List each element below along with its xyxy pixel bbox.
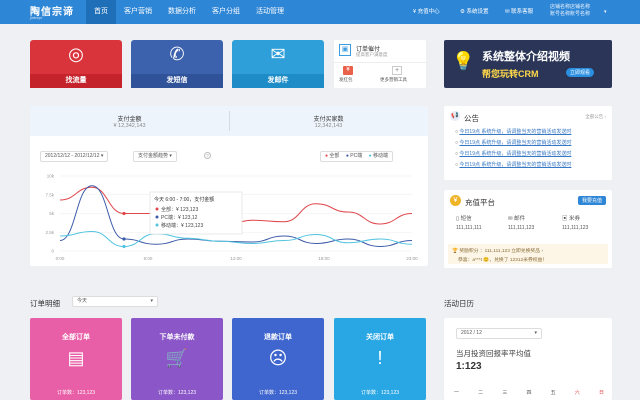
tile-send-email[interactable]: ✉ 发邮件	[232, 40, 324, 88]
sms-icon: ✆	[169, 44, 185, 64]
buyers-label: 支付买家数	[313, 117, 344, 123]
watch-now-button[interactable]: 立即观看	[566, 68, 595, 77]
recharge-link[interactable]: ¥ 充值中心	[413, 0, 440, 24]
tooltip-dot	[155, 215, 159, 219]
follow-card[interactable]: ▣ 订单催付 提高客户满意度 ¥ 发红包 + 更多营销工具	[334, 40, 426, 88]
x-tick-label: 0:00	[56, 256, 65, 261]
reward-points[interactable]: 🏆 奖励积分 ：111,111,123 立即兑换奖品 ›	[452, 247, 543, 254]
plus-icon: +	[392, 66, 402, 75]
recharge-panel: ¥ 充值平台 我要充值 ▯ 短信 111,111,111 ✉ 邮件 111,11…	[444, 190, 612, 268]
coupon-balance: ▣ 米券	[562, 216, 581, 222]
yen-coin-icon: ¥	[450, 195, 461, 206]
contact-link[interactable]: ✉ 联系客服	[505, 0, 533, 24]
tooltip-dot	[155, 207, 159, 211]
user-menu[interactable]: 店铺名称店铺名称 账号名称账号名称	[550, 4, 590, 18]
y-tick-label: 10k	[47, 174, 55, 179]
calendar-panel: 2012 / 12 ▾ 当月投资回报率平均值 1:123 一 二 三 四 五 六 …	[444, 318, 612, 400]
nav-activity-management[interactable]: 活动管理	[248, 0, 292, 24]
sales-trend-chart: 0 2.5k 5k 7.5k 10k 0:00 6:00 12:00 18:00 23:00 今天 …	[45, 174, 418, 262]
tile-send-sms[interactable]: ✆ 发短信	[131, 40, 223, 88]
megaphone-icon: 📢	[450, 111, 460, 121]
email-balance: ✉ 邮件	[508, 216, 526, 222]
notice-item[interactable]: ○ 今日19点 系统升级，请调整当天的营销活动发送时	[455, 139, 571, 146]
chart-legend: ● 全部 ● PC端 ● 移动端	[320, 151, 394, 162]
nav-data-analysis[interactable]: 数据分析	[160, 0, 204, 24]
nav-customer-marketing[interactable]: 客户营销	[116, 0, 160, 24]
month-select[interactable]: 2012 / 12 ▾	[456, 328, 542, 339]
pay-amount-label: 支付金额	[117, 117, 142, 123]
y-tick-label: 7.5k	[45, 192, 54, 197]
series-point-2	[122, 244, 126, 249]
x-tick-label: 23:00	[406, 256, 418, 261]
traffic-icon: ◎	[68, 44, 84, 64]
email-icon: ✉	[270, 44, 286, 64]
x-tick-label: 12:00	[230, 256, 242, 261]
pay-amount-value: ¥ 12,342,143	[113, 123, 146, 129]
chevron-down-icon: ▾	[150, 298, 153, 304]
legend-dot-all: ●	[325, 153, 329, 159]
tooltip-dot	[155, 223, 159, 227]
notice-item[interactable]: ○ 今日19点 系统升级，请调整当天的营销活动发送时	[455, 128, 571, 135]
top-bar: 陶信宗谛 jintrepr 首页 客户营销 数据分析 客户分组 活动管理 ¥ 充…	[0, 0, 640, 24]
order-list-icon: ▤	[67, 348, 85, 368]
lightbulb-icon: 💡	[452, 51, 475, 71]
recharge-button[interactable]: 我要充值	[577, 196, 606, 205]
order-period-select[interactable]: 今天 ▾	[72, 296, 158, 307]
notice-item[interactable]: ○ 今日19点 系统升级，请调整当天的营销活动发送时	[455, 161, 571, 168]
calendar-section-title: 活动日历	[444, 299, 474, 308]
y-tick-label: 5k	[49, 211, 55, 216]
tooltip-title: 今天 6:00 - 7:00，支付金额	[154, 196, 214, 203]
legend-dot-mobile: ●	[368, 153, 372, 159]
coupon-icon: ▣	[562, 216, 570, 222]
order-tile-closed[interactable]: 关闭订单 ! 订单数：123,123	[334, 318, 426, 400]
tooltip-row: PC端：¥ 123,12	[161, 214, 198, 221]
shop-name: 店铺名称店铺名称	[550, 4, 591, 10]
nav-home[interactable]: 首页	[86, 0, 116, 24]
x-tick-label: 18:00	[318, 256, 330, 261]
order-tile-unpaid[interactable]: 下单未付款 🛒 订单数：123,123	[131, 318, 223, 400]
settings-link[interactable]: ⚙ 系统设置	[460, 0, 488, 24]
legend-dot-pc: ●	[345, 153, 349, 159]
tile-find-traffic[interactable]: ◎ 找流量	[30, 40, 122, 88]
chevron-down-icon: ▾	[534, 330, 537, 336]
buyers-value: 12,342,143	[314, 123, 343, 129]
main-nav: 首页 客户营销 数据分析 客户分组 活动管理	[86, 0, 292, 24]
cart-icon: ▣	[339, 44, 351, 56]
y-tick-label: 0	[51, 249, 54, 254]
warning-icon: !	[377, 348, 383, 368]
promo-banner[interactable]: 💡 系统整体介绍视频 帮您玩转CRM 立即观看	[444, 40, 612, 88]
order-tile-all[interactable]: 全部订单 ▤ 订单数：123,123	[30, 318, 122, 400]
notice-item[interactable]: ○ 今日19点 系统升级，请调整当天的营销活动发送时	[455, 150, 571, 157]
y-tick-label: 2.5k	[45, 230, 54, 235]
chevron-down-icon: ▾	[100, 153, 104, 159]
tooltip-row: 全部：¥ 123,123	[161, 206, 198, 213]
logo-subtitle: jintrepr	[30, 15, 43, 20]
all-notices-link[interactable]: 全部公告 ›	[585, 114, 606, 120]
chevron-down-icon[interactable]: ▾	[604, 9, 607, 15]
roi-value: 1:123	[456, 361, 482, 372]
metric-select[interactable]: 支付金额趋势 ▾	[133, 151, 177, 162]
account-name: 账号名称账号名称	[550, 11, 591, 17]
chevron-down-icon: ▾	[169, 153, 172, 159]
roi-label: 当月投资回报率平均值	[456, 349, 531, 358]
reward-news: 恭喜：a***t 😊，兑换了 12312米券权益！	[458, 258, 548, 263]
x-tick-label: 6:00	[144, 256, 153, 261]
weekday-row: 一 二 三 四 五 六 日	[454, 390, 604, 396]
sales-panel: 支付金额 ¥ 12,342,143 支付买家数 12,342,143 2012/…	[30, 106, 428, 266]
order-section-title: 订单明细	[30, 299, 60, 308]
sms-balance: ▯ 短信	[456, 216, 472, 222]
sad-face-icon: ☹	[268, 348, 288, 368]
divider	[334, 62, 426, 63]
order-tile-refund[interactable]: 退款订单 ☹ 订单数：123,123	[232, 318, 324, 400]
tooltip-row: 移动端：¥ 123,123	[161, 222, 203, 229]
shopping-cart-icon: 🛒	[165, 348, 189, 368]
date-range-picker[interactable]: 2012/12/12 - 2012/12/12 ▾	[40, 151, 109, 162]
help-icon[interactable]: ?	[204, 152, 211, 159]
series-point-1	[122, 237, 126, 241]
red-packet-icon: ¥	[343, 66, 353, 75]
series-point-0	[122, 211, 126, 216]
nav-customer-groups[interactable]: 客户分组	[204, 0, 248, 24]
